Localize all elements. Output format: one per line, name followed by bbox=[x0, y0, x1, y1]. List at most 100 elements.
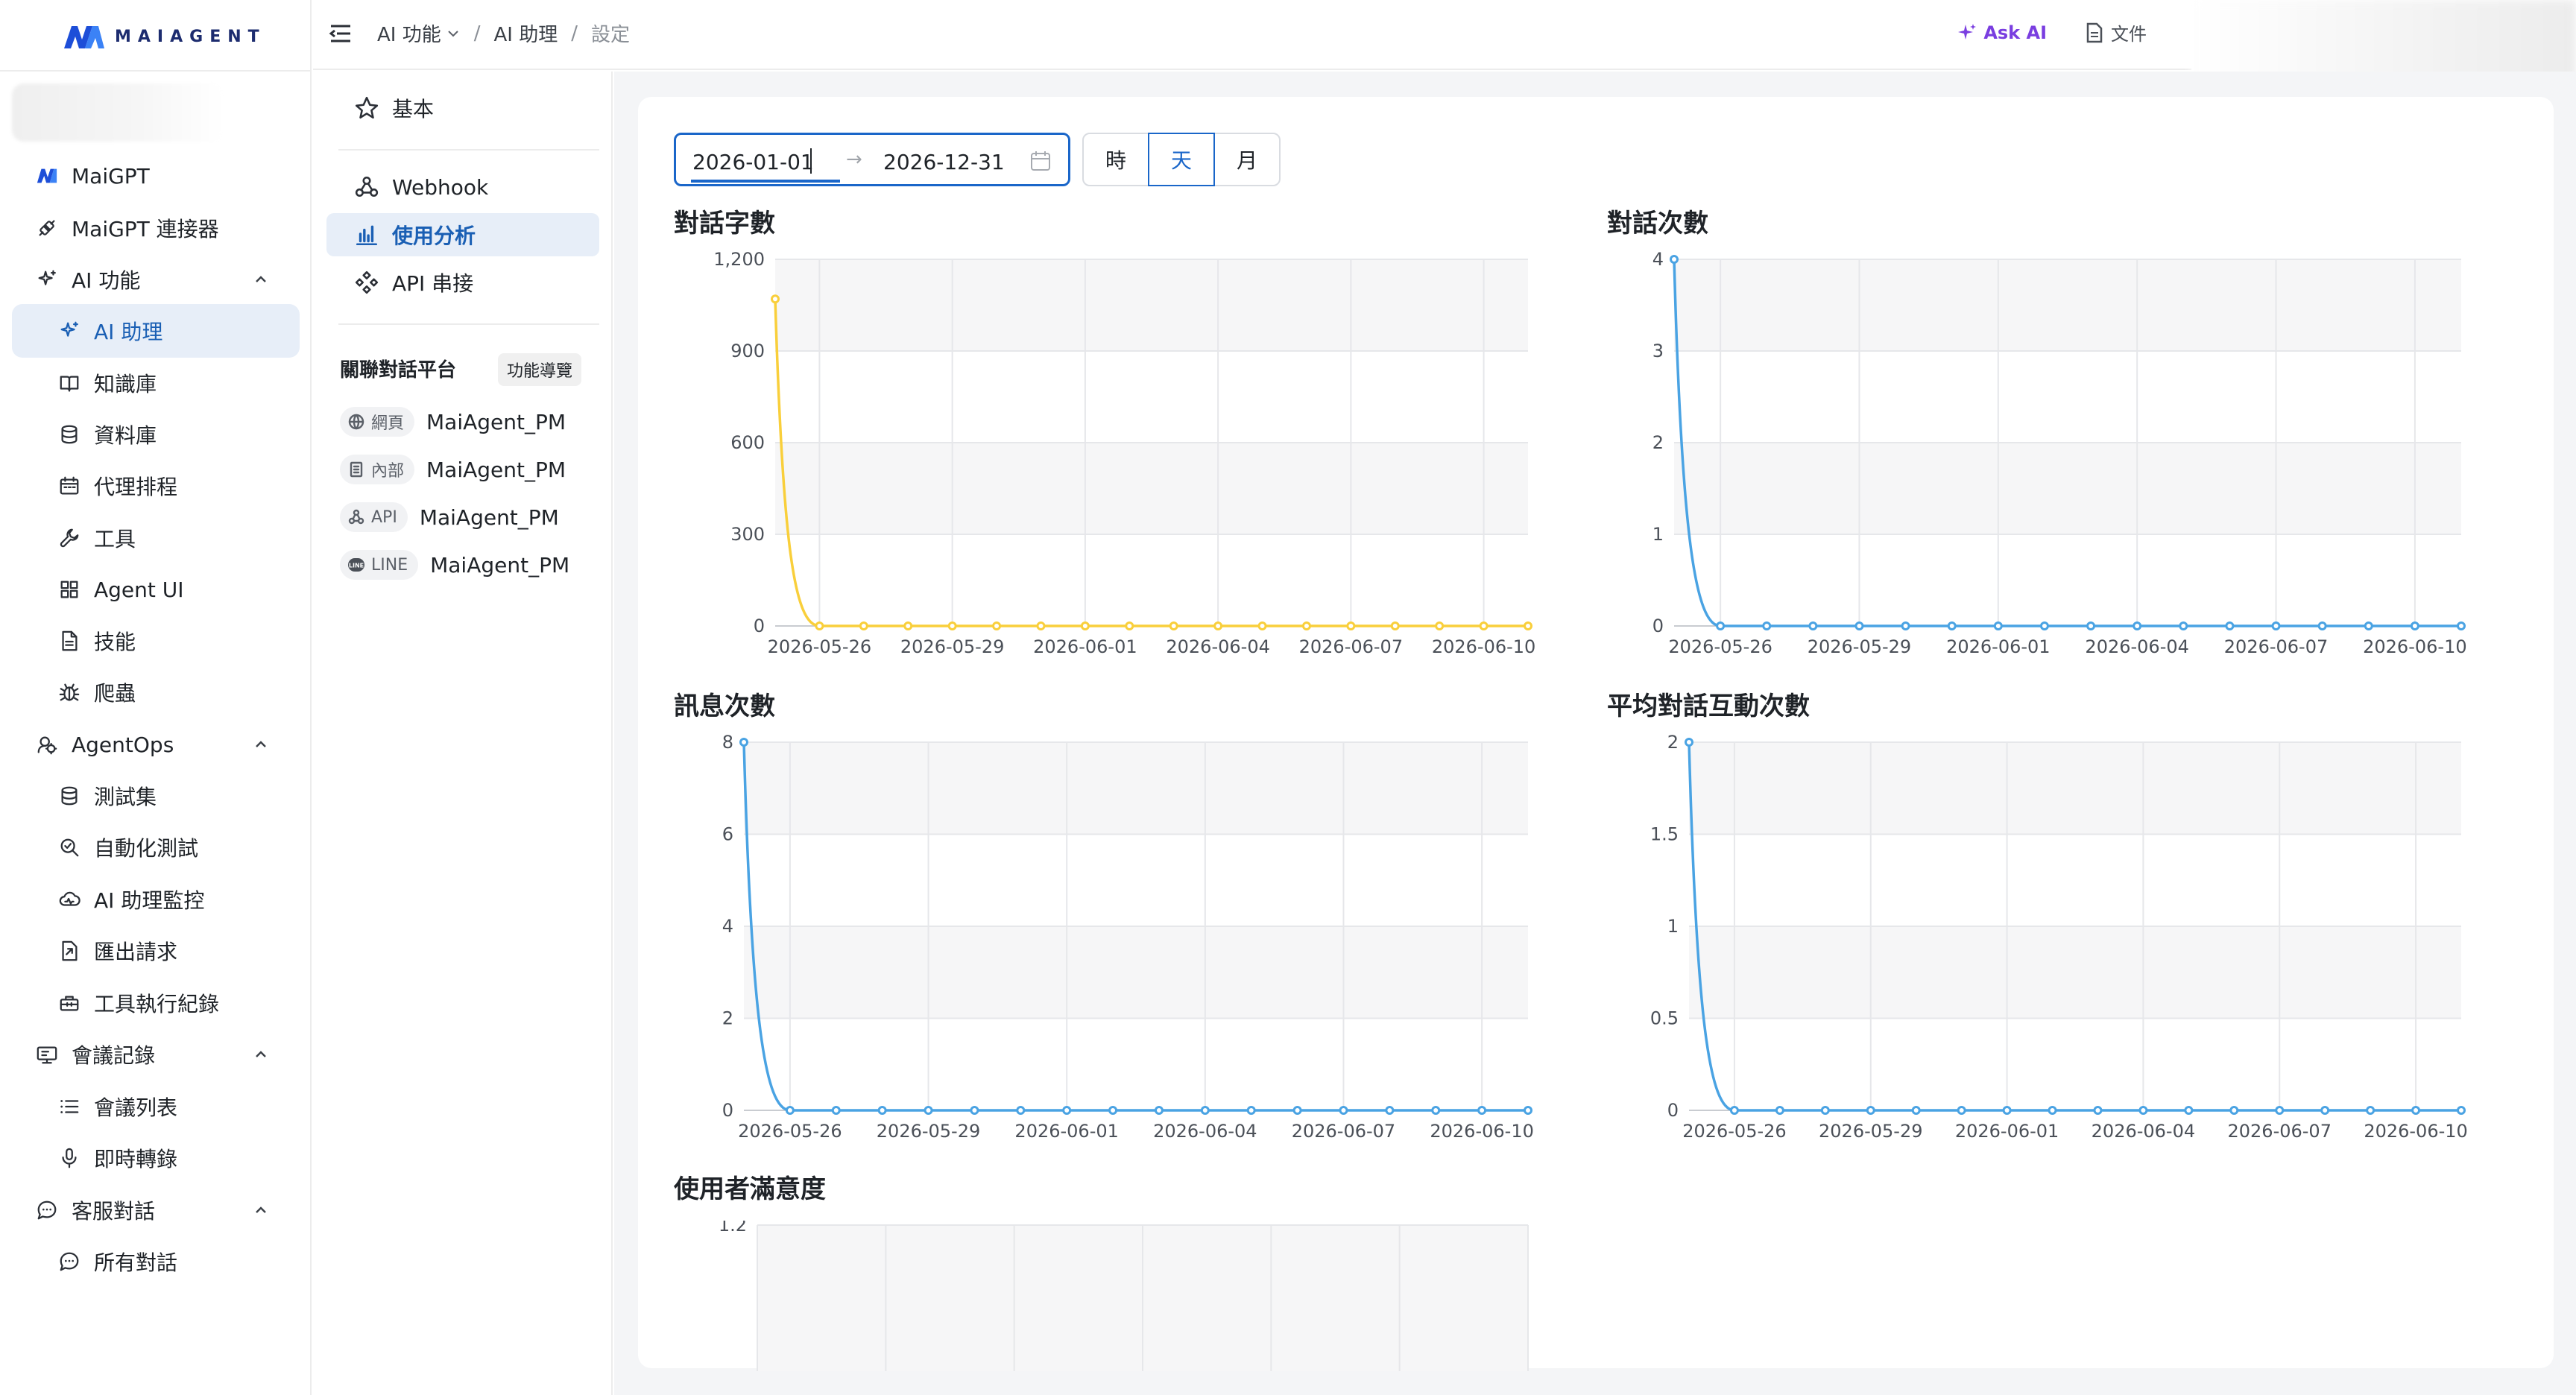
settings-item-基本[interactable]: 基本 bbox=[326, 86, 599, 130]
docs-button[interactable]: 文件 bbox=[2086, 19, 2147, 45]
settings-item-使用分析[interactable]: 使用分析 bbox=[326, 213, 599, 256]
sidebar-item-工具[interactable]: 工具 bbox=[12, 511, 300, 565]
grid-band bbox=[1689, 742, 2461, 835]
sidebar-item-測試集[interactable]: 測試集 bbox=[12, 769, 300, 823]
platform-name[interactable]: MaiAgent_PM bbox=[430, 553, 569, 578]
data-point bbox=[1947, 621, 1957, 630]
sidebar-item-ai-助理監控[interactable]: AI 助理監控 bbox=[12, 873, 300, 926]
menu-collapse-icon[interactable] bbox=[328, 21, 353, 46]
x-tick-label: 2026-06-04 bbox=[2085, 636, 2188, 657]
export-file-icon bbox=[62, 940, 78, 961]
toolbox-icon bbox=[60, 996, 79, 1011]
data-point bbox=[1435, 621, 1445, 630]
sidebar-item-即時轉錄[interactable]: 即時轉錄 bbox=[12, 1131, 300, 1185]
line-chart: 0 300 600 900 1,200 2026-05-26 2026-05-29 2026-… bbox=[713, 249, 1535, 657]
sidebar-item-代理排程[interactable]: 代理排程 bbox=[12, 459, 300, 513]
sidebar-item-客服對話[interactable]: 客服對話 bbox=[12, 1183, 300, 1237]
user-menu-area[interactable] bbox=[2191, 0, 2576, 82]
settings-item-label: 基本 bbox=[392, 97, 435, 121]
data-point bbox=[2320, 1106, 2330, 1115]
sidebar-item-會議記錄[interactable]: 會議記錄 bbox=[12, 1028, 300, 1081]
sidebar-item-會議列表[interactable]: 會議列表 bbox=[12, 1080, 300, 1133]
sidebar-item-ai-助理[interactable]: AI 助理 bbox=[12, 304, 300, 358]
sidebar-item-agent-ui[interactable]: Agent UI bbox=[12, 563, 300, 616]
platform-name[interactable]: MaiAgent_PM bbox=[426, 410, 566, 434]
end-date-input[interactable]: 2026-12-31 bbox=[883, 150, 1005, 174]
settings-item-webhook[interactable]: Webhook bbox=[326, 165, 599, 209]
toolbox-icon-wrap bbox=[57, 990, 82, 1016]
linked-platform-row[interactable]: API MaiAgent_PM bbox=[340, 501, 559, 534]
feature-guide-tag[interactable]: 功能導覽 bbox=[498, 353, 582, 386]
sidebar-item-匯出請求[interactable]: 匯出請求 bbox=[12, 924, 300, 978]
sidebar-item-技能[interactable]: 技能 bbox=[12, 614, 300, 668]
platform-badge: LINE LINE bbox=[340, 550, 419, 580]
grid-band bbox=[744, 926, 1528, 1019]
linked-platform-row[interactable]: LINE LINE MaiAgent_PM bbox=[340, 548, 569, 581]
sidebar-item-資料庫[interactable]: 資料庫 bbox=[12, 408, 300, 461]
granularity-option[interactable]: 天 bbox=[1148, 133, 1215, 186]
chevron-up-icon[interactable] bbox=[252, 1201, 270, 1219]
x-tick-label: 2026-06-10 bbox=[2363, 636, 2466, 657]
linked-platform-row[interactable]: 內部 MaiAgent_PM bbox=[340, 453, 566, 486]
grid-band bbox=[1674, 259, 2461, 351]
data-point bbox=[2271, 621, 2281, 630]
x-tick-label: 2026-06-07 bbox=[2224, 636, 2328, 657]
linked-platform-row[interactable]: 網頁 MaiAgent_PM bbox=[340, 405, 566, 438]
organization-selector[interactable] bbox=[12, 83, 224, 142]
chevron-down-icon[interactable] bbox=[446, 26, 461, 41]
y-tick-label: 0 bbox=[722, 1100, 733, 1121]
data-point bbox=[1125, 621, 1134, 630]
svg-text:LINE: LINE bbox=[349, 563, 364, 569]
breadcrumb-ai-features[interactable]: AI 功能 bbox=[377, 19, 441, 47]
grid-icon bbox=[60, 581, 78, 598]
data-point bbox=[2184, 1106, 2194, 1115]
chevron-up-icon[interactable] bbox=[252, 736, 270, 753]
breadcrumb-separator: / bbox=[473, 22, 481, 45]
sidebar-item-所有對話[interactable]: 所有對話 bbox=[12, 1235, 300, 1288]
platform-name[interactable]: MaiAgent_PM bbox=[426, 458, 566, 482]
y-tick-label: 300 bbox=[730, 524, 765, 545]
active-input-indicator bbox=[691, 180, 840, 183]
chevron-up-icon[interactable] bbox=[252, 1046, 270, 1063]
data-point bbox=[1200, 1106, 1210, 1115]
breadcrumb-ai-assistant[interactable]: AI 助理 bbox=[494, 19, 558, 47]
settings-item-api-串接[interactable]: API 串接 bbox=[326, 261, 599, 304]
date-range-picker[interactable]: 2026-01-01 → 2026-12-31 bbox=[674, 133, 1070, 186]
platform-name[interactable]: MaiAgent_PM bbox=[420, 505, 559, 530]
sparkles-icon-wrap bbox=[34, 267, 60, 292]
y-tick-label: 6 bbox=[722, 824, 733, 845]
data-point bbox=[2002, 1106, 2012, 1115]
y-tick-label: 8 bbox=[722, 732, 733, 753]
granularity-option[interactable]: 時 bbox=[1082, 133, 1149, 186]
sidebar-item-maigpt-連接器[interactable]: MaiGPT 連接器 bbox=[12, 201, 300, 255]
ask-ai-button[interactable]: Ask AI bbox=[1957, 22, 2047, 43]
start-date-input[interactable]: 2026-01-01 bbox=[692, 150, 814, 174]
divider bbox=[338, 323, 599, 325]
sidebar-item-知識庫[interactable]: 知識庫 bbox=[12, 356, 300, 410]
sidebar-item-工具執行紀錄[interactable]: 工具執行紀錄 bbox=[12, 976, 300, 1030]
sidebar-item-爬蟲[interactable]: 爬蟲 bbox=[12, 665, 300, 719]
x-tick-label: 2026-05-29 bbox=[1808, 636, 1911, 657]
bug-icon-wrap bbox=[57, 680, 82, 705]
calendar-icon[interactable] bbox=[1029, 150, 1052, 172]
building-icon bbox=[350, 461, 363, 478]
sidebar-item-label: AI 功能 bbox=[72, 268, 141, 293]
sidebar-item-label: 爬蟲 bbox=[94, 681, 136, 706]
data-point bbox=[1729, 1106, 1739, 1115]
x-tick-label: 2026-06-07 bbox=[1299, 636, 1403, 657]
grid-band bbox=[775, 259, 1528, 351]
sidebar-item-label: 自動化測試 bbox=[94, 836, 199, 861]
app-root: MAIAGENT MaiGPT MaiGPT 連接器 AI 功能 AI 助理 知識庫 資料… bbox=[0, 0, 2576, 1395]
sidebar-item-ai-功能[interactable]: AI 功能 bbox=[12, 253, 300, 306]
database-icon-wrap bbox=[57, 783, 82, 809]
chevron-up-icon[interactable] bbox=[252, 271, 270, 288]
sidebar-item-maigpt[interactable]: MaiGPT bbox=[12, 149, 300, 203]
sidebar-item-agentops[interactable]: AgentOps bbox=[12, 718, 300, 771]
data-point bbox=[2048, 1106, 2057, 1115]
x-tick-label: 2026-05-26 bbox=[738, 1121, 842, 1142]
sidebar-item-自動化測試[interactable]: 自動化測試 bbox=[12, 820, 300, 874]
y-tick-label: 3 bbox=[1652, 341, 1664, 361]
granularity-option[interactable]: 月 bbox=[1213, 133, 1281, 186]
brand-logo[interactable]: MAIAGENT bbox=[63, 21, 266, 52]
line-chart: 0 2 4 6 8 2026-05-26 2026-05-29 2026-06-01 2026-… bbox=[722, 732, 1534, 1142]
